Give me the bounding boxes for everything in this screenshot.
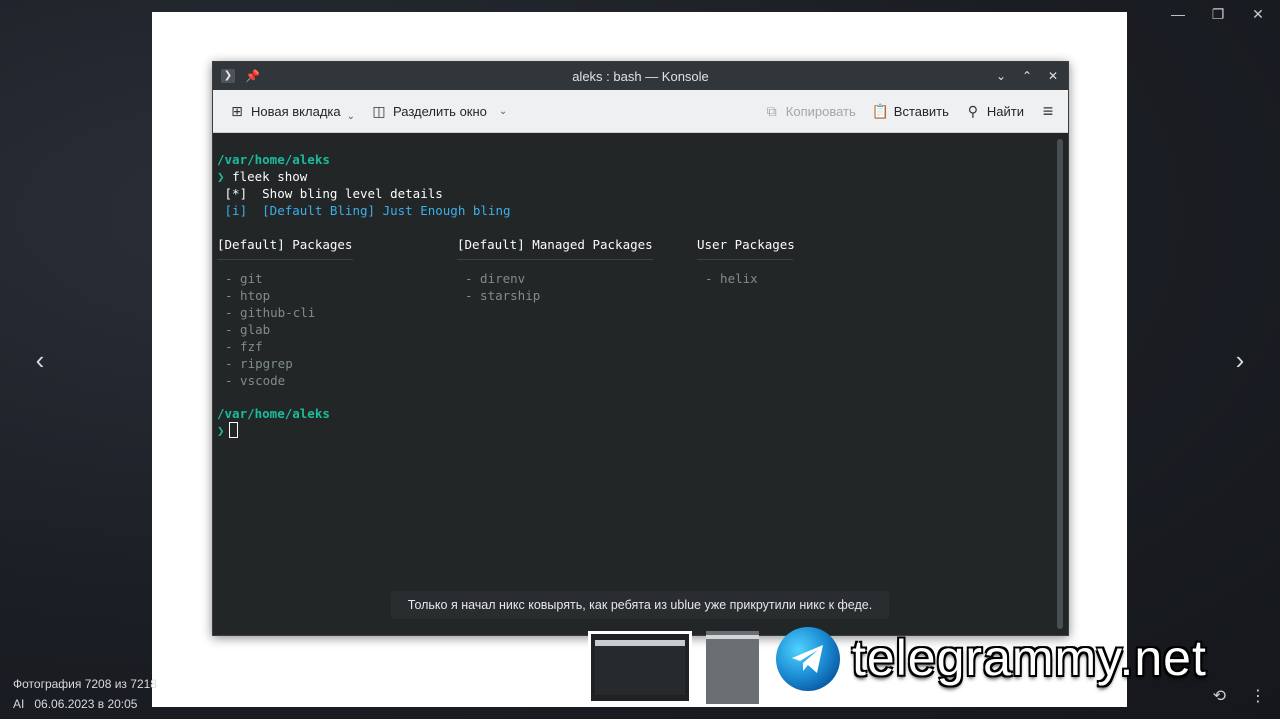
list-item: - direnv <box>465 271 526 286</box>
konsole-window: ❯ 📌 aleks : bash — Konsole ⌄ ⌃ ✕ ⊞ Новая… <box>212 61 1069 636</box>
hamburger-menu-button[interactable]: ≡ <box>1032 95 1064 127</box>
watermark-text: telegrammy.net <box>852 630 1207 686</box>
maximize-window-icon[interactable]: ⌃ <box>1020 69 1034 83</box>
list-item: - htop <box>225 288 271 303</box>
thumbnail-next[interactable] <box>706 631 759 704</box>
copy-button[interactable]: ⧉ Копировать <box>756 95 864 127</box>
previous-photo-icon[interactable]: ‹ <box>30 346 50 374</box>
new-tab-icon: ⊞ <box>231 103 243 119</box>
photo-counter: Фотография 7208 из 7218 <box>13 677 157 691</box>
col3-divider <box>697 259 793 260</box>
list-item: - glab <box>225 322 271 337</box>
split-view-button[interactable]: ◫ Разделить окно ⌄ <box>363 95 515 127</box>
paste-label: Вставить <box>893 103 949 119</box>
hamburger-menu-icon: ≡ <box>1042 101 1054 121</box>
bling-details-line: [*] Show bling level details <box>217 186 443 201</box>
prompt-path: /var/home/aleks <box>217 152 330 167</box>
terminal-output[interactable]: /var/home/aleks ❯ fleek show [*] Show bl… <box>213 133 1068 635</box>
copy-icon: ⧉ <box>766 103 777 119</box>
bling-level-line: [i] [Default Bling] Just Enough bling <box>217 203 511 218</box>
new-tab-label: Новая вкладка <box>251 103 341 119</box>
user-packages-header: User Packages <box>697 237 795 252</box>
text-cursor <box>228 422 238 438</box>
terminal-app-icon[interactable]: ❯ <box>221 69 235 83</box>
find-label: Найти <box>986 103 1024 119</box>
photo-caption: Только я начал никс ковырять, как ребята… <box>391 591 889 619</box>
list-item: - fzf <box>225 339 263 354</box>
col2-divider <box>457 259 653 260</box>
pin-icon[interactable]: 📌 <box>245 69 260 83</box>
viewer-bottom-actions: ⟲ ⋮ <box>1213 686 1266 706</box>
window-title: aleks : bash — Konsole <box>572 68 709 84</box>
paste-icon: 📋 <box>871 103 890 119</box>
managed-packages-header: [Default] Managed Packages <box>457 237 653 252</box>
more-options-icon[interactable]: ⋮ <box>1250 686 1266 706</box>
close-icon[interactable]: ✕ <box>1250 6 1266 22</box>
minimize-window-icon[interactable]: ⌄ <box>994 69 1008 83</box>
minimize-icon[interactable]: — <box>1170 6 1186 22</box>
prompt-path-2: /var/home/aleks <box>217 406 330 421</box>
list-item: - starship <box>465 288 541 303</box>
command-text: fleek show <box>232 169 308 184</box>
thumbnail-current[interactable] <box>588 631 692 704</box>
telegram-logo-icon <box>776 627 840 691</box>
photo-date: 06.06.2023 в 20:05 <box>34 697 138 711</box>
list-item: - git <box>225 271 263 286</box>
command-line: ❯ fleek show <box>217 168 307 185</box>
new-tab-dropdown-icon: ⌄ <box>346 110 355 122</box>
list-item: - vscode <box>225 373 286 388</box>
photo-meta: AI 06.06.2023 в 20:05 <box>13 697 137 711</box>
split-view-icon: ◫ <box>372 103 386 119</box>
active-prompt-line: ❯ <box>217 422 238 439</box>
list-item: - github-cli <box>225 305 316 320</box>
restore-icon[interactable]: ❐ <box>1210 6 1226 22</box>
close-window-icon[interactable]: ✕ <box>1046 69 1060 83</box>
viewer-window-controls: — ❐ ✕ <box>1170 6 1266 22</box>
list-item: - helix <box>705 271 758 286</box>
paste-button[interactable]: 📋 Вставить <box>864 95 957 127</box>
default-packages-header: [Default] Packages <box>217 237 353 252</box>
list-item: - ripgrep <box>225 356 293 371</box>
terminal-scrollbar[interactable] <box>1057 139 1063 629</box>
window-titlebar: ❯ 📌 aleks : bash — Konsole ⌄ ⌃ ✕ <box>213 62 1068 90</box>
konsole-toolbar: ⊞ Новая вкладка ⌄ ◫ Разделить окно ⌄ ⧉ К… <box>213 90 1068 133</box>
split-view-label: Разделить окно <box>393 103 487 119</box>
copy-label: Копировать <box>785 103 856 119</box>
prompt-symbol-2: ❯ <box>217 423 225 438</box>
new-tab-button[interactable]: ⊞ Новая вкладка ⌄ <box>221 95 363 127</box>
split-view-dropdown-icon[interactable]: ⌄ <box>499 106 507 117</box>
search-icon: ⚲ <box>967 103 979 119</box>
next-photo-icon[interactable]: › <box>1230 346 1250 374</box>
rotate-icon[interactable]: ⟲ <box>1213 686 1226 706</box>
ai-label: AI <box>13 697 25 711</box>
find-button[interactable]: ⚲ Найти <box>957 95 1032 127</box>
prompt-symbol: ❯ <box>217 169 225 184</box>
col1-divider <box>217 259 353 260</box>
